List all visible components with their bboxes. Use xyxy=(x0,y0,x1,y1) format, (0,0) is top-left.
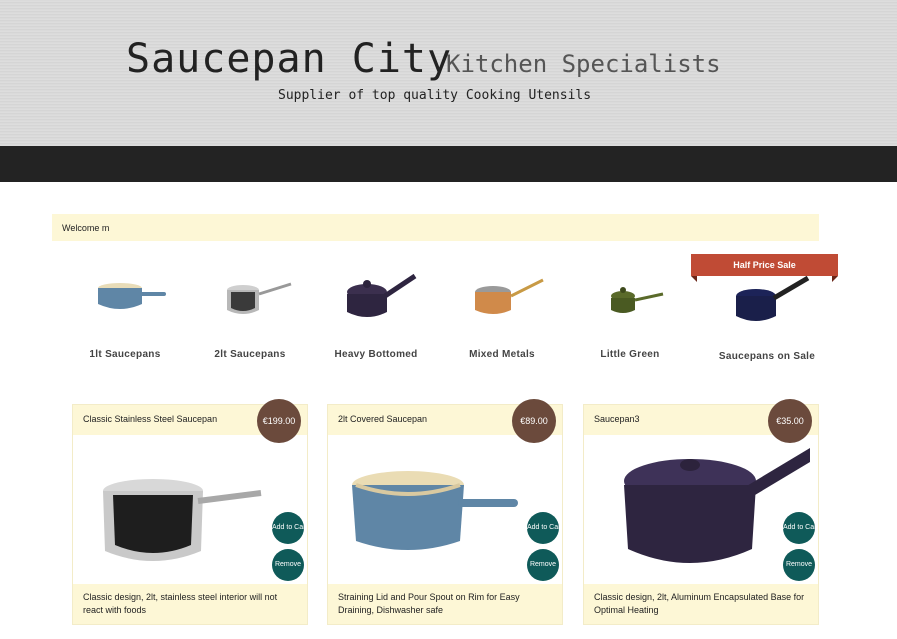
category-saucepans-on-sale[interactable]: Saucepans on Sale xyxy=(711,272,823,362)
product-card: Saucepan3 €35.00 Add to Cart Remove Clas… xyxy=(583,399,819,625)
site-subtitle: Kitchen Specialists xyxy=(446,50,721,78)
category-heavy-bottomed[interactable]: Heavy Bottomed xyxy=(321,268,431,360)
product-image xyxy=(352,471,518,550)
product-description: Classic design, 2lt, Aluminum Encapsulat… xyxy=(584,584,818,624)
category-2lt-saucepans[interactable]: 2lt Saucepans xyxy=(195,268,305,360)
price-badge: €89.00 xyxy=(512,399,556,443)
product-card: 2lt Covered Saucepan €89.00 Add to Cart … xyxy=(327,399,563,625)
add-to-cart-button[interactable]: Add to Cart xyxy=(527,512,559,544)
welcome-bar: Welcome m xyxy=(52,214,819,241)
green-saucepan-image xyxy=(611,287,664,313)
price-badge: €35.00 xyxy=(768,399,812,443)
remove-button[interactable]: Remove xyxy=(272,549,304,581)
product-card: Classic Stainless Steel Saucepan €199.00… xyxy=(72,399,308,625)
product-description: Classic design, 2lt, stainless steel int… xyxy=(73,584,307,624)
navy-saucepan-image xyxy=(736,275,810,321)
category-1lt-saucepans[interactable]: 1lt Saucepans xyxy=(70,268,180,360)
category-label: 1lt Saucepans xyxy=(89,349,161,360)
category-little-green[interactable]: Little Green xyxy=(575,268,685,360)
category-label: Mixed Metals xyxy=(469,349,535,360)
price-badge: €199.00 xyxy=(257,399,301,443)
category-mixed-metals[interactable]: Mixed Metals xyxy=(447,268,557,360)
category-label: Little Green xyxy=(600,349,660,360)
site-title: Saucepan City xyxy=(126,36,453,82)
nav-bar xyxy=(0,146,897,182)
purple-saucepan-image xyxy=(347,273,417,317)
category-label: Saucepans on Sale xyxy=(718,351,816,362)
copper-saucepan-image xyxy=(475,278,544,314)
remove-button[interactable]: Remove xyxy=(527,549,559,581)
add-to-cart-button[interactable]: Add to Cart xyxy=(272,512,304,544)
remove-button[interactable]: Remove xyxy=(783,549,815,581)
site-tagline: Supplier of top quality Cooking Utensils xyxy=(278,88,592,103)
add-to-cart-button[interactable]: Add to Cart xyxy=(783,512,815,544)
product-image xyxy=(624,448,810,563)
product-image xyxy=(103,479,262,561)
product-description: Straining Lid and Pour Spout on Rim for … xyxy=(328,584,562,624)
site-header: Saucepan City Kitchen Specialists Suppli… xyxy=(0,0,897,146)
category-label: 2lt Saucepans xyxy=(214,349,286,360)
steel-saucepan-image xyxy=(227,282,292,314)
category-label: Heavy Bottomed xyxy=(334,349,418,360)
blue-saucepan-image xyxy=(98,283,166,309)
